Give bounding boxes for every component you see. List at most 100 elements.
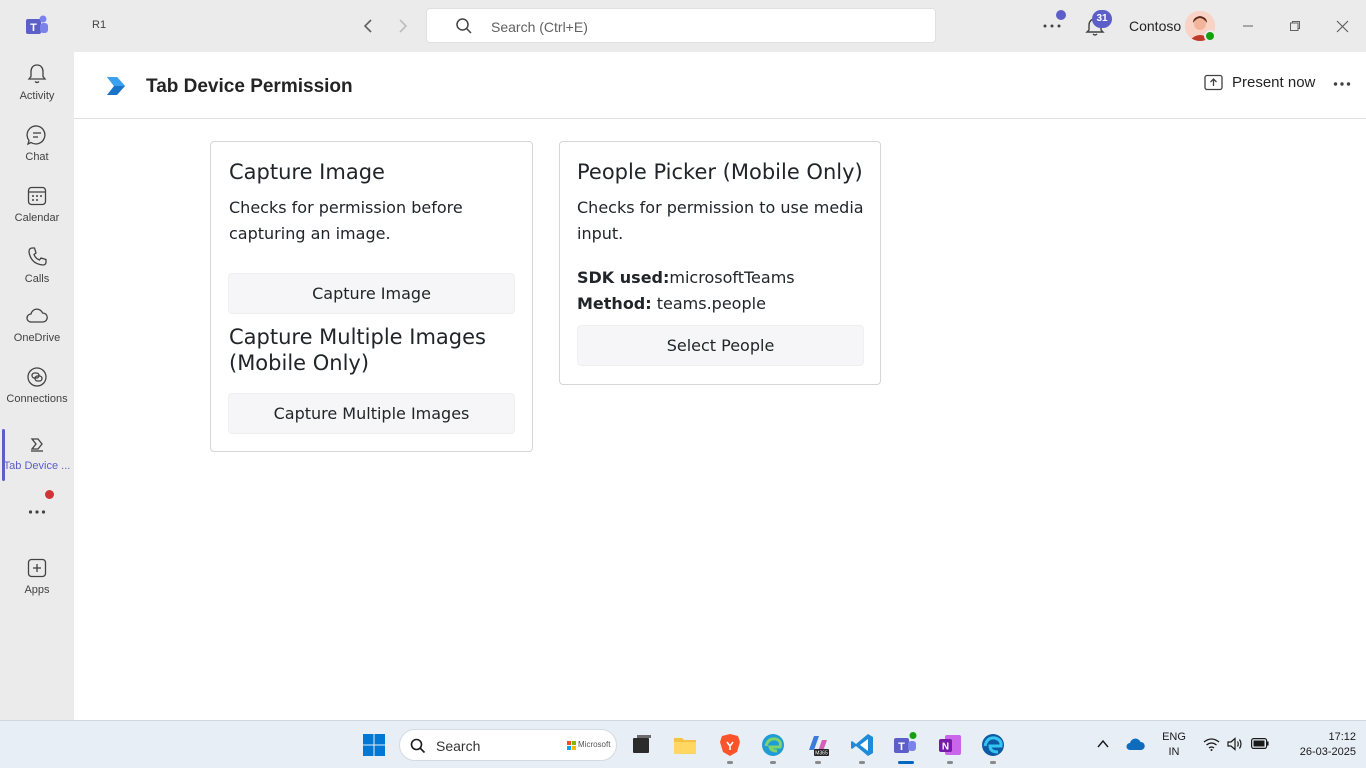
- presence-available-badge: [1204, 30, 1216, 42]
- calendar-icon: [27, 186, 47, 206]
- onedrive-cloud-icon[interactable]: [1126, 737, 1146, 751]
- teams-logo-icon[interactable]: T: [24, 13, 50, 39]
- people-picker-description: Checks for permission to use media input…: [577, 198, 864, 243]
- people-picker-heading: People Picker (Mobile Only): [577, 160, 863, 184]
- running-indicator: [990, 761, 996, 764]
- restore-icon: [1290, 21, 1300, 31]
- connections-icon: [27, 367, 47, 387]
- volume-icon[interactable]: [1227, 737, 1244, 751]
- forward-button[interactable]: [391, 14, 415, 38]
- running-indicator: [727, 761, 733, 764]
- phone-icon: [28, 247, 47, 266]
- wifi-icon[interactable]: [1203, 737, 1220, 751]
- capture-image-button[interactable]: Capture Image: [228, 273, 515, 314]
- task-view-icon[interactable]: [629, 732, 655, 758]
- clock[interactable]: 17:12 26-03-2025: [1280, 730, 1356, 760]
- page-title: Tab Device Permission: [146, 76, 353, 97]
- microsoft-badge: Microsoft: [578, 740, 611, 749]
- clock-time: 17:12: [1328, 731, 1356, 743]
- rail-item-label: OneDrive: [13, 332, 61, 344]
- svg-text:T: T: [898, 741, 905, 753]
- rail-item-chat[interactable]: Chat: [0, 115, 74, 171]
- restore-button[interactable]: [1283, 14, 1307, 38]
- rail-item-label: Connections: [6, 393, 68, 405]
- more-options-icon[interactable]: [1332, 74, 1352, 94]
- search-icon: [410, 738, 426, 754]
- edge-icon[interactable]: [980, 732, 1006, 758]
- capture-image-heading: Capture Image: [229, 160, 385, 184]
- back-button[interactable]: [356, 14, 380, 38]
- minimize-button[interactable]: [1236, 14, 1260, 38]
- file-explorer-icon[interactable]: [672, 732, 698, 758]
- rail-item-apps[interactable]: Apps: [0, 548, 74, 604]
- title-bar: T R1 Search (Ctrl+E) 31 Contoso: [0, 0, 1366, 52]
- svg-text:N: N: [942, 742, 949, 753]
- running-indicator: [815, 761, 821, 764]
- capture-image-card: Capture Image Checks for permission befo…: [210, 141, 533, 452]
- notification-dot: [45, 490, 54, 499]
- cloud-icon: [26, 308, 48, 323]
- taskbar-search-label: Search: [436, 738, 481, 754]
- select-people-button[interactable]: Select People: [577, 325, 864, 366]
- share-screen-icon: [1204, 74, 1223, 91]
- teams-taskbar-icon[interactable]: T: [892, 732, 918, 758]
- bell-icon: [27, 64, 47, 84]
- edge-beta-icon[interactable]: [760, 732, 786, 758]
- rail-item-onedrive[interactable]: OneDrive: [0, 296, 74, 352]
- rail-more-apps-button[interactable]: [0, 492, 74, 532]
- running-indicator: [859, 761, 865, 764]
- input-language[interactable]: ENG IN: [1158, 730, 1190, 760]
- chevron-left-icon: [363, 19, 372, 33]
- app-header: Tab Device Permission Present now: [74, 52, 1366, 119]
- chevron-up-icon[interactable]: [1097, 739, 1109, 749]
- chevron-right-icon: [399, 19, 408, 33]
- active-app-indicator: [898, 761, 914, 764]
- svg-text:T: T: [30, 22, 37, 34]
- windows-start-icon[interactable]: [361, 732, 387, 758]
- capture-multiple-button[interactable]: Capture Multiple Images: [228, 393, 515, 434]
- method-label: Method:: [577, 294, 652, 313]
- rail-item-calendar[interactable]: Calendar: [0, 176, 74, 232]
- taskbar-search[interactable]: Search Microsoft: [399, 729, 617, 761]
- app-rail: Activity Chat Calendar Calls OneDrive Co…: [0, 52, 74, 720]
- rail-item-connections[interactable]: Connections: [0, 357, 74, 413]
- language-code: ENG: [1162, 731, 1186, 743]
- running-indicator: [947, 761, 953, 764]
- vscode-icon[interactable]: [849, 732, 875, 758]
- windows-taskbar: Search Microsoft M365 T N ENG IN 17:12 2…: [0, 720, 1366, 768]
- running-indicator: [770, 761, 776, 764]
- add-apps-icon: [27, 558, 47, 578]
- close-icon: [1336, 20, 1348, 32]
- rail-item-label: Chat: [25, 151, 49, 163]
- app-tab-icon: [30, 438, 43, 452]
- search-input[interactable]: Search (Ctrl+E): [426, 8, 936, 43]
- tenant-label: R1: [92, 19, 107, 31]
- rail-item-activity[interactable]: Activity: [0, 54, 74, 110]
- present-now-label: Present now: [1232, 74, 1316, 91]
- org-name[interactable]: Contoso: [1129, 18, 1181, 34]
- brave-browser-icon[interactable]: [717, 732, 743, 758]
- clock-date: 26-03-2025: [1299, 746, 1356, 758]
- microsoft-logo-icon: [567, 741, 576, 750]
- sdk-used-row: SDK used:microsoftTeams: [577, 265, 795, 291]
- rail-item-label: Calendar: [14, 212, 60, 224]
- onenote-icon[interactable]: N: [937, 732, 963, 758]
- rail-item-label: Activity: [19, 90, 55, 102]
- rail-item-label: Calls: [24, 273, 50, 285]
- m365-copilot-icon[interactable]: M365: [805, 732, 831, 758]
- method-value: teams.people: [651, 294, 766, 313]
- rail-item-label: Tab Device ...: [3, 460, 71, 472]
- people-picker-card: People Picker (Mobile Only) Checks for p…: [559, 141, 881, 385]
- more-horizontal-icon: [28, 510, 46, 514]
- battery-icon[interactable]: [1251, 738, 1269, 749]
- region-code: IN: [1168, 746, 1180, 758]
- rail-item-tab-device[interactable]: Tab Device ...: [0, 424, 74, 480]
- rail-item-calls[interactable]: Calls: [0, 237, 74, 293]
- settings-more-button[interactable]: [1040, 10, 1066, 38]
- main-content: Tab Device Permission Present now Captur…: [74, 52, 1366, 720]
- present-now-button[interactable]: Present now: [1204, 74, 1315, 91]
- close-button[interactable]: [1330, 14, 1354, 38]
- minimize-icon: [1243, 25, 1253, 27]
- sdk-value: microsoftTeams: [669, 268, 795, 287]
- rail-item-label: Apps: [24, 584, 50, 596]
